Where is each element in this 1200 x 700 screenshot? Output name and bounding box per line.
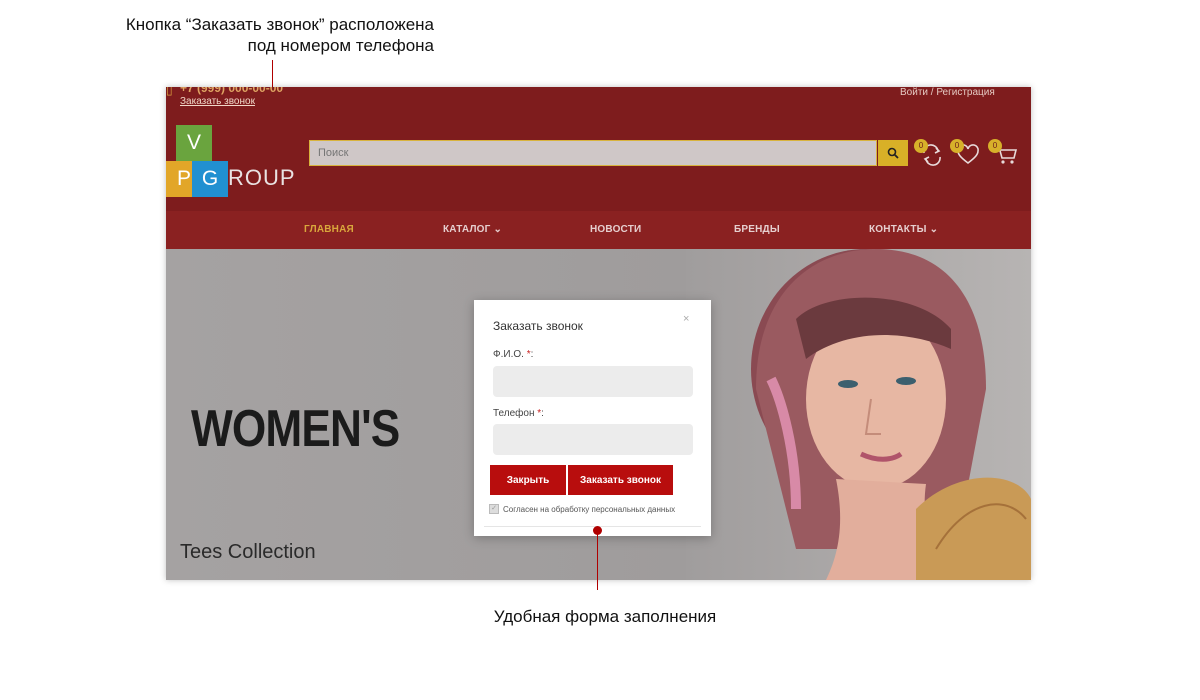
callback-link[interactable]: Заказать звонок: [180, 96, 255, 107]
label-colon: :: [530, 349, 534, 360]
chevron-down-icon: ⌄: [493, 224, 503, 235]
nav-item-contacts[interactable]: КОНТАКТЫ ⌄: [869, 224, 938, 235]
close-button[interactable]: Закрыть: [490, 465, 566, 495]
hero-headline: WOMEN'S: [191, 400, 400, 458]
phone-field[interactable]: [493, 424, 693, 455]
close-icon[interactable]: ×: [683, 313, 689, 325]
name-label: Ф.И.О. *:: [493, 349, 533, 360]
wishlist-button[interactable]: 0: [950, 139, 980, 166]
hero-subtitle: Tees Collection: [180, 541, 316, 563]
nav-item-catalog-label: КАТАЛОГ: [443, 224, 491, 235]
main-nav: ГЛАВНАЯ КАТАЛОГ ⌄ НОВОСТИ БРЕНДЫ КОНТАКТ…: [166, 211, 1031, 249]
name-label-text: Ф.И.О.: [493, 349, 524, 360]
submit-callback-button[interactable]: Заказать звонок: [568, 465, 673, 495]
nav-item-news[interactable]: НОВОСТИ: [590, 224, 641, 235]
annotation-top-line1: Кнопка “Заказать звонок” расположена: [125, 15, 434, 34]
annotation-top: Кнопка “Заказать звонок” расположена под…: [60, 14, 434, 56]
consent-row: ✓ Согласен на обработку персональных дан…: [489, 504, 675, 514]
annotation-bottom: Удобная форма заполнения: [493, 607, 717, 626]
consent-text: Согласен на обработку персональных данны…: [503, 504, 676, 514]
login-register-link[interactable]: Войти / Регистрация: [900, 87, 995, 98]
phone-label-text: Телефон: [493, 408, 535, 419]
header-phone[interactable]: +7 (999) 000-00-00: [180, 87, 283, 95]
compare-button[interactable]: 0: [914, 139, 944, 166]
logo-letter-g: G: [192, 161, 228, 197]
nav-item-contacts-label: КОНТАКТЫ: [869, 224, 927, 235]
cart-button[interactable]: 0: [988, 139, 1018, 166]
search-button[interactable]: [878, 140, 908, 166]
phone-icon: ▯: [166, 87, 173, 97]
compare-count-badge: 0: [914, 139, 928, 153]
logo-text: ROUP: [228, 165, 296, 190]
phone-label: Телефон *:: [493, 408, 544, 419]
label-colon: :: [541, 408, 544, 419]
search-input[interactable]: [310, 141, 846, 165]
wishlist-count-badge: 0: [950, 139, 964, 153]
name-field[interactable]: [493, 366, 693, 397]
chevron-down-icon: ⌄: [929, 224, 939, 235]
logo[interactable]: V P G ROUP: [166, 125, 296, 197]
nav-item-brands[interactable]: БРЕНДЫ: [734, 224, 780, 235]
consent-checkbox[interactable]: ✓: [489, 504, 499, 514]
nav-item-home[interactable]: ГЛАВНАЯ: [304, 224, 354, 235]
annotation-pointer-line-bottom: [597, 532, 598, 590]
modal-divider: [484, 526, 701, 527]
callback-modal: Заказать звонок × Ф.И.О. *: Телефон *: З…: [474, 300, 711, 536]
nav-item-catalog[interactable]: КАТАЛОГ ⌄: [443, 224, 502, 235]
search-box: [309, 140, 877, 166]
search-icon: [887, 147, 899, 159]
logo-letter-v: V: [176, 125, 212, 161]
modal-title: Заказать звонок: [493, 319, 583, 333]
hero-model-image: [686, 249, 1031, 580]
annotation-top-line2: под номером телефона: [247, 36, 434, 55]
cart-count-badge: 0: [988, 139, 1002, 153]
site-header: ▯ +7 (999) 000-00-00 Заказать звонок Вой…: [166, 87, 1031, 211]
